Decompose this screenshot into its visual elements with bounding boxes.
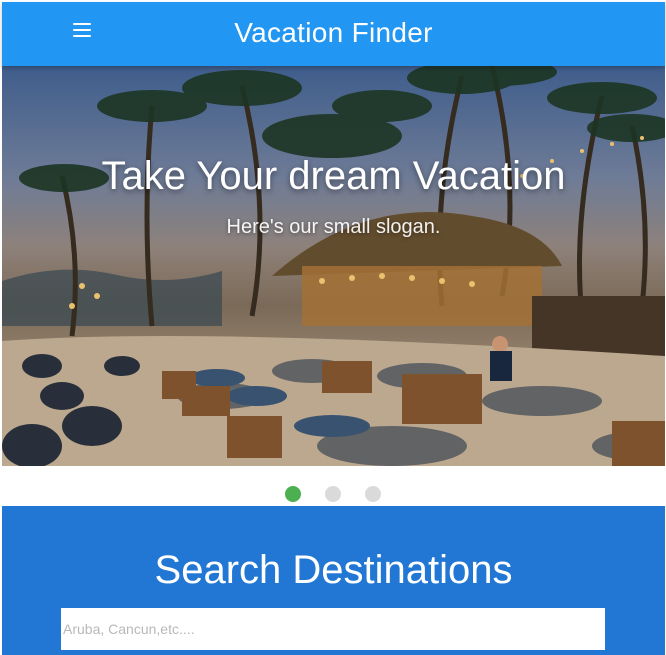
carousel-indicator-3[interactable] — [365, 486, 381, 502]
carousel-indicator-2[interactable] — [325, 486, 341, 502]
app-frame: Vacation Finder Take Your dream Vacation… — [0, 0, 666, 655]
destination-search-input[interactable] — [61, 608, 605, 650]
hero-carousel-slide[interactable]: Take Your dream Vacation Here's our smal… — [2, 66, 665, 466]
carousel-indicators — [2, 466, 665, 506]
app-title: Vacation Finder — [234, 17, 433, 48]
hero-slogan: Here's our small slogan. — [226, 216, 441, 238]
search-section: Search Destinations — [2, 506, 665, 655]
beach-scene-image — [2, 66, 665, 466]
hero-title: Take Your dream Vacation — [101, 154, 566, 198]
app-header: Vacation Finder — [2, 2, 665, 66]
carousel-indicator-1[interactable] — [285, 486, 301, 502]
search-title: Search Destinations — [154, 548, 513, 592]
